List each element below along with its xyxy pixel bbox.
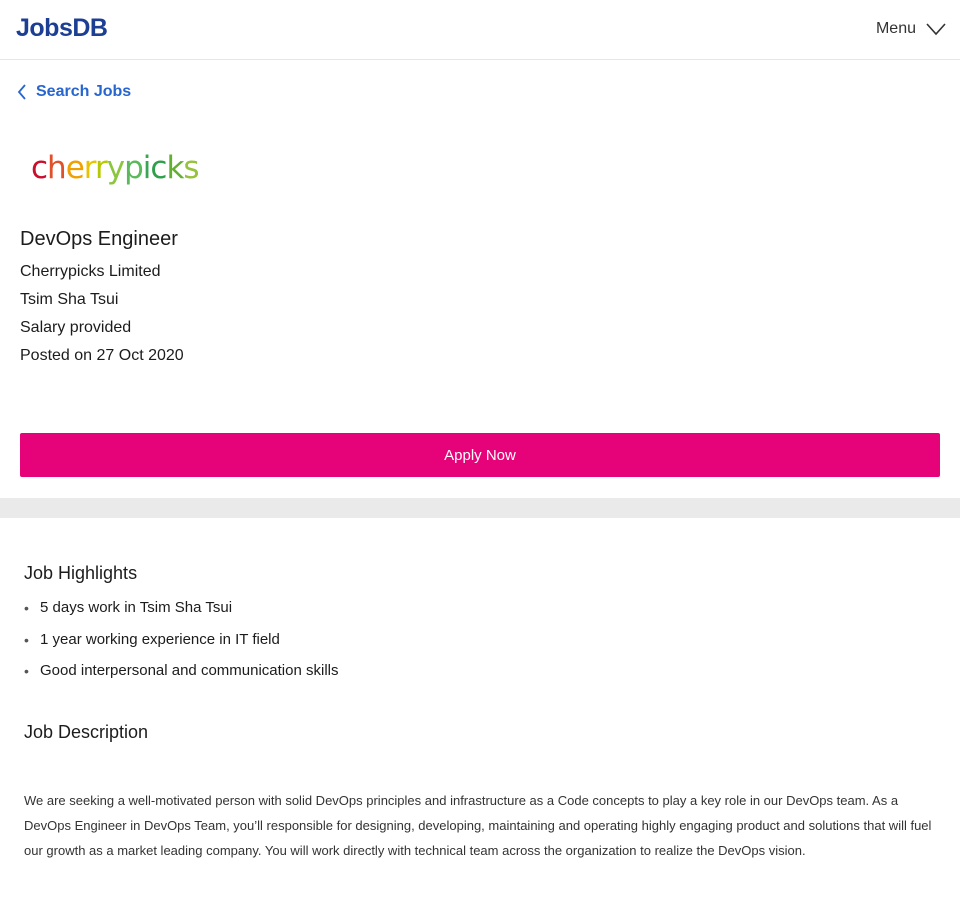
company-logo-letter: y — [106, 150, 125, 186]
company-logo-letter: s — [183, 150, 199, 186]
highlight-text: 1 year working experience in IT field — [40, 630, 280, 648]
salary-info: Salary provided — [20, 319, 132, 336]
job-location: Tsim Sha Tsui — [20, 291, 119, 308]
highlight-item: • 5 days work in Tsim Sha Tsui — [24, 597, 338, 629]
job-highlights-title: Job Highlights — [24, 563, 138, 583]
back-to-search-link[interactable]: Search Jobs — [16, 82, 131, 102]
apply-now-button[interactable]: Apply Now — [20, 433, 940, 477]
highlight-item: • 1 year working experience in IT field — [24, 629, 338, 661]
bullet-icon: • — [24, 631, 29, 648]
section-divider — [0, 498, 960, 518]
menu-label: Menu — [875, 20, 916, 37]
posted-date: Posted on 27 Oct 2020 — [20, 347, 184, 364]
jobsdb-logo[interactable]: JobsDB — [16, 14, 108, 42]
job-title: DevOps Engineer — [20, 228, 178, 250]
chevron-left-icon — [16, 82, 30, 102]
menu-button[interactable]: Menu — [876, 18, 946, 40]
job-highlights-list: • 5 days work in Tsim Sha Tsui • 1 year … — [24, 597, 338, 692]
job-description-text: We are seeking a well-motivated person w… — [24, 793, 932, 858]
top-header: JobsDB Menu — [0, 0, 960, 60]
company-logo-letter: c — [31, 150, 48, 186]
job-description-title: Job Description — [24, 722, 149, 742]
back-label: Search Jobs — [36, 83, 132, 100]
company-name[interactable]: Cherrypicks Limited — [20, 262, 160, 282]
company-logo-letter: e — [65, 150, 85, 186]
company-logo-letter: k — [166, 150, 184, 186]
company-logo-letter: h — [47, 150, 67, 186]
highlight-text: Good interpersonal and communication ski… — [40, 662, 339, 679]
company-logo-letter: p — [124, 150, 144, 186]
highlight-text: 5 days work in Tsim Sha Tsui — [40, 599, 233, 616]
bullet-icon: • — [24, 600, 29, 616]
highlight-item: • Good interpersonal and communication s… — [24, 660, 338, 692]
chevron-down-icon — [926, 22, 946, 36]
bullet-icon: • — [24, 663, 29, 679]
company-logo-letter: r — [94, 150, 108, 186]
company-logo-letter: c — [150, 150, 167, 186]
company-logo-letter: r — [83, 150, 96, 186]
company-logo: cherrypicks — [31, 148, 200, 188]
